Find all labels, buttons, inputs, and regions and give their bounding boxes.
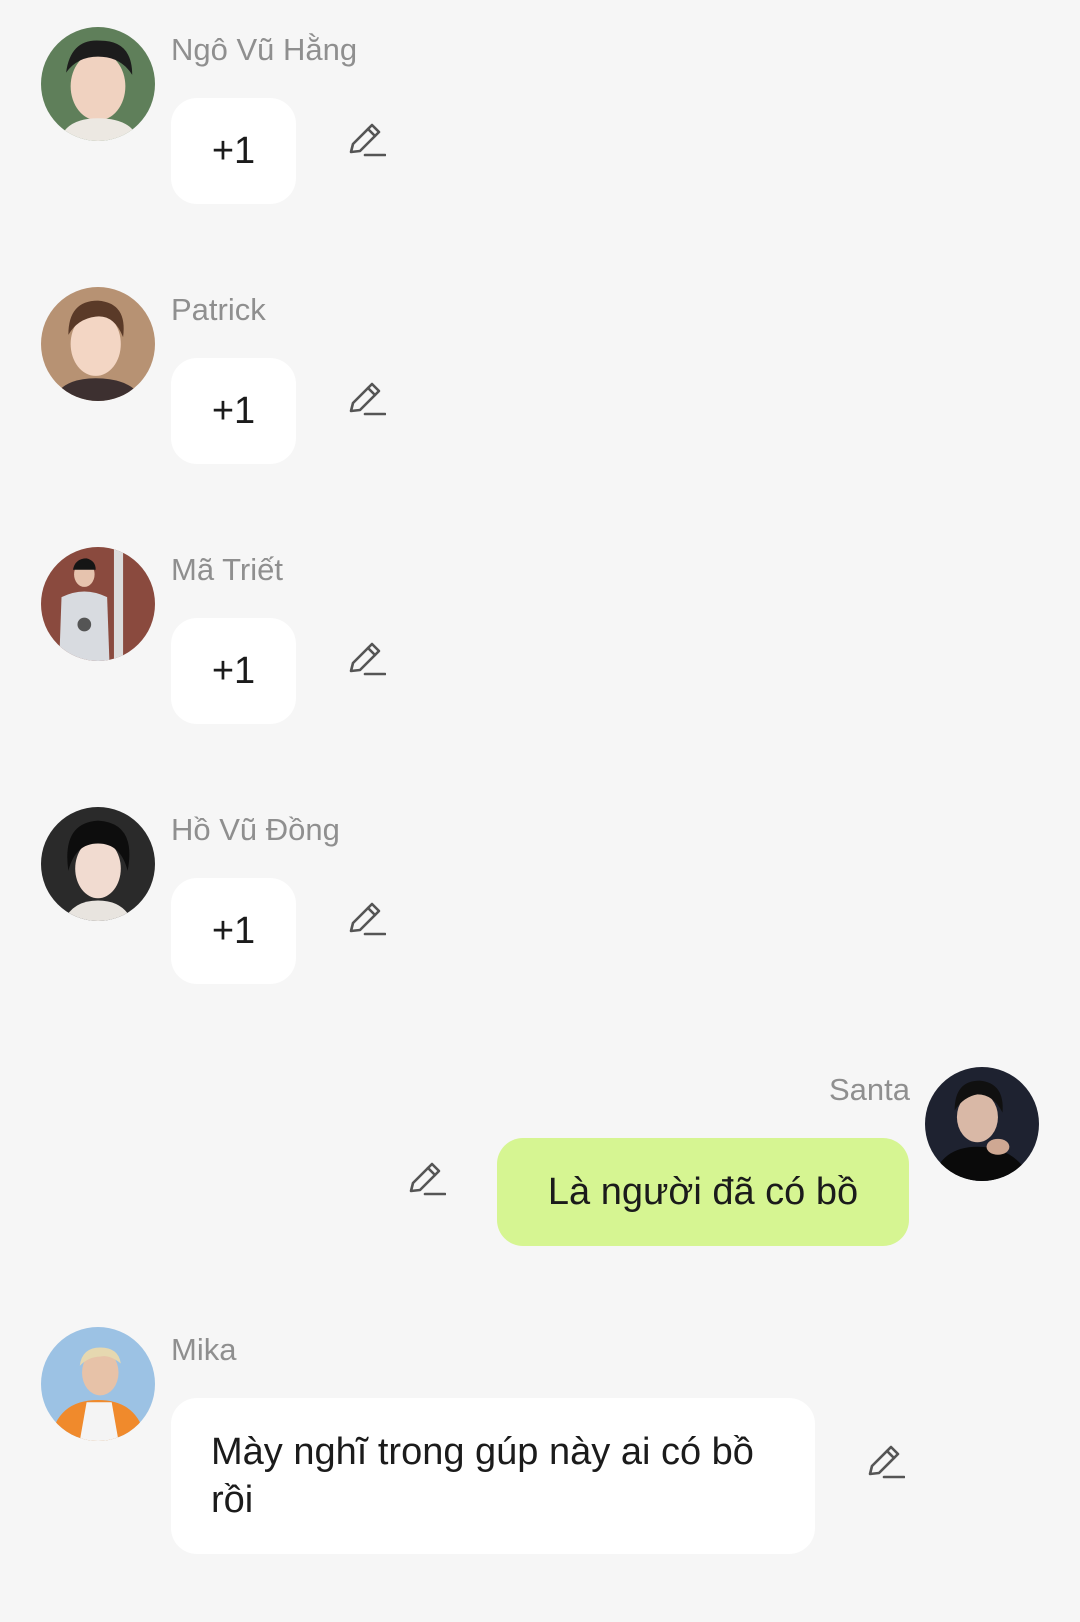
sender-name: Patrick <box>171 292 266 327</box>
avatar[interactable] <box>41 1327 155 1441</box>
pencil-icon[interactable] <box>346 378 386 418</box>
avatar-photo-mika <box>41 1327 155 1441</box>
sender-name: Santa <box>828 1072 910 1107</box>
message-bubble[interactable]: Mày nghĩ trong gúp này ai có bồ rồi <box>171 1398 815 1554</box>
pencil-icon[interactable] <box>346 638 386 678</box>
sender-name: Hồ Vũ Đồng <box>171 812 340 847</box>
avatar[interactable] <box>41 27 155 141</box>
avatar-photo-patrick <box>41 287 155 401</box>
message-text: +1 <box>211 389 256 432</box>
message-text: Là người đã có bồ <box>547 1170 859 1213</box>
pencil-icon[interactable] <box>346 119 386 159</box>
sender-name: Mã Triết <box>171 552 283 587</box>
message-bubble[interactable]: Là người đã có bồ <box>497 1138 909 1246</box>
avatar[interactable] <box>41 547 155 661</box>
avatar-photo-ngo-vu-hang <box>41 27 155 141</box>
sender-name: Mika <box>171 1332 237 1367</box>
avatar-photo-santa <box>925 1067 1039 1181</box>
avatar[interactable] <box>41 287 155 401</box>
pencil-icon[interactable] <box>406 1158 446 1198</box>
pencil-icon[interactable] <box>346 898 386 938</box>
avatar-photo-ho-vu-dong <box>41 807 155 921</box>
message-text: +1 <box>211 649 256 692</box>
avatar[interactable] <box>41 807 155 921</box>
avatar[interactable] <box>925 1067 1039 1181</box>
pencil-icon[interactable] <box>865 1441 905 1481</box>
message-text: Mày nghĩ trong gúp này ai có bồ rồi <box>211 1431 754 1521</box>
message-bubble[interactable]: +1 <box>171 98 296 204</box>
message-text: +1 <box>211 909 256 952</box>
avatar-photo-ma-triet <box>41 547 155 661</box>
message-bubble[interactable]: +1 <box>171 878 296 984</box>
message-text: +1 <box>211 129 256 172</box>
message-bubble[interactable]: +1 <box>171 618 296 724</box>
message-bubble[interactable]: +1 <box>171 358 296 464</box>
sender-name: Ngô Vũ Hằng <box>171 32 358 67</box>
